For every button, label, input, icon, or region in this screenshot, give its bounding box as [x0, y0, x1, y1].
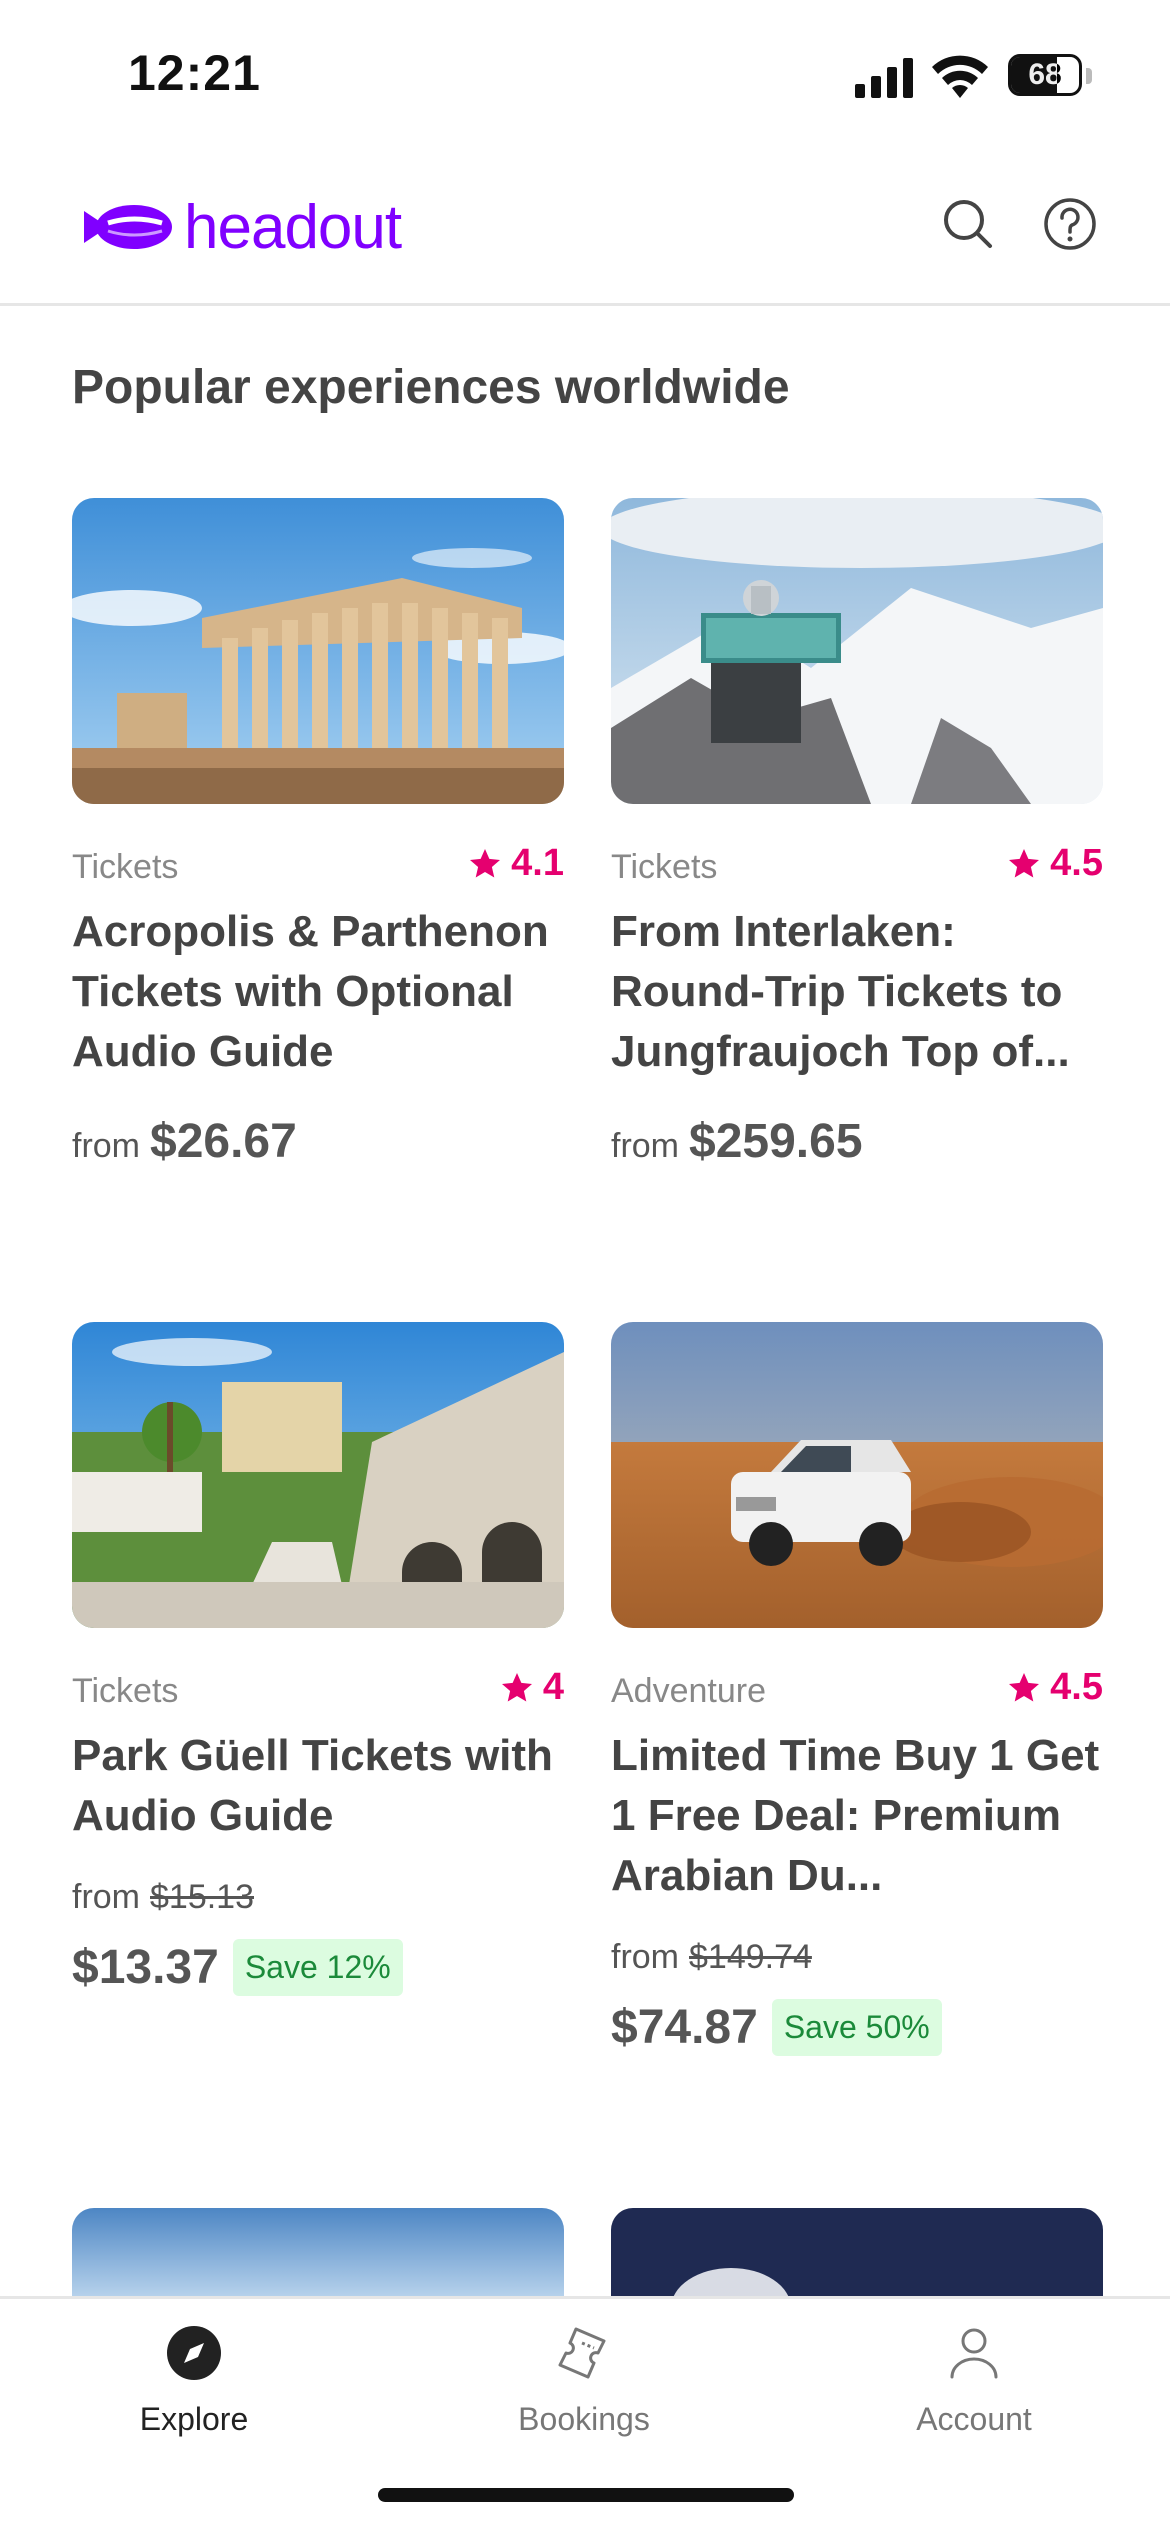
battery-percentage: 68 [1028, 58, 1062, 91]
home-indicator [378, 2488, 794, 2502]
star-icon [470, 848, 501, 877]
save-badge: Save 50% [771, 1999, 942, 2056]
star-icon [1009, 848, 1040, 877]
card-price: $259.65 [689, 1115, 863, 1168]
card-price: $26.67 [150, 1115, 297, 1168]
save-badge: Save 12% [232, 1939, 403, 1996]
card-title[interactable]: From Interlaken: Round-Trip Tickets to J… [611, 902, 1103, 1082]
logo-text: headout [184, 192, 402, 262]
card-rating: 4.5 [1006, 1666, 1103, 1709]
experience-card-partial[interactable] [72, 2208, 564, 2298]
experience-card-partial[interactable] [611, 2208, 1103, 2298]
experience-image [72, 2208, 564, 2298]
rating-value: 4 [542, 1666, 564, 1708]
nav-bookings[interactable]: Bookings [454, 2323, 714, 2438]
experience-card[interactable]: Tickets 4 Park Güell Tickets with Audio … [72, 1322, 564, 1996]
card-price: $74.87 [611, 2001, 758, 2054]
star-icon [501, 1672, 532, 1701]
help-icon[interactable] [1042, 196, 1098, 252]
card-category: Tickets [72, 1672, 179, 1710]
from-label: from [72, 1878, 140, 1916]
nav-account[interactable]: Account [844, 2323, 1104, 2438]
search-icon[interactable] [940, 196, 996, 252]
card-category: Tickets [72, 848, 179, 886]
ticket-icon [558, 2327, 606, 2379]
cellular-signal-icon [855, 58, 913, 98]
experience-image [72, 498, 564, 804]
rating-value: 4.5 [1050, 1666, 1103, 1708]
status-time: 12:21 [128, 45, 261, 101]
nav-label: Account [916, 2401, 1032, 2437]
status-bar: 12:21 68 [0, 0, 1170, 150]
experience-card[interactable]: Tickets 4.5 From Interlaken: Round-Trip … [611, 498, 1103, 1169]
original-price: $149.74 [689, 1938, 812, 1976]
person-icon [950, 2328, 998, 2379]
card-rating: 4.5 [1006, 842, 1103, 885]
rating-value: 4.5 [1050, 842, 1103, 884]
experience-image [611, 2208, 1103, 2298]
from-label: from [72, 1127, 140, 1165]
card-title[interactable]: Park Güell Tickets with Audio Guide [72, 1726, 564, 1846]
card-category: Tickets [611, 848, 718, 886]
experience-image [611, 1322, 1103, 1628]
experience-card[interactable]: Adventure 4.5 Limited Time Buy 1 Get 1 F… [611, 1322, 1103, 2056]
section-title: Popular experiences worldwide [72, 361, 790, 414]
headout-logo[interactable]: headout [78, 192, 402, 262]
rating-value: 4.1 [511, 842, 564, 884]
star-icon [1009, 1672, 1040, 1701]
battery-indicator: 68 [1008, 54, 1092, 98]
from-label: from [611, 1127, 679, 1165]
card-rating: 4.1 [467, 842, 564, 885]
card-rating: 4 [499, 1666, 564, 1709]
from-label: from [611, 1938, 679, 1976]
card-title[interactable]: Limited Time Buy 1 Get 1 Free Deal: Prem… [611, 1726, 1103, 1906]
original-price: $15.13 [150, 1878, 254, 1916]
card-price: $13.37 [72, 1941, 219, 1994]
experience-card[interactable]: Tickets 4.1 Acropolis & Parthenon Ticket… [72, 498, 564, 1169]
nav-explore[interactable]: Explore [64, 2323, 324, 2438]
card-category: Adventure [611, 1672, 766, 1710]
nav-label: Explore [139, 2401, 249, 2437]
compass-icon [167, 2326, 221, 2380]
app-header: headout [0, 150, 1170, 306]
card-title[interactable]: Acropolis & Parthenon Tickets with Optio… [72, 902, 564, 1082]
wifi-icon [932, 55, 988, 98]
blimp-logo-icon [84, 205, 172, 249]
experience-image [611, 498, 1103, 804]
experience-image [72, 1322, 564, 1628]
nav-label: Bookings [518, 2401, 650, 2437]
